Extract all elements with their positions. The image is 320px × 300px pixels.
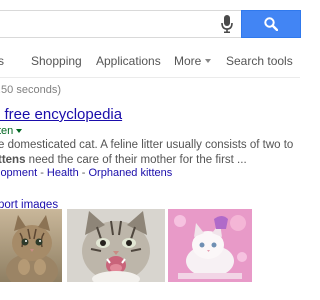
sitelink-development[interactable]: lopment (0, 167, 37, 179)
tab-more[interactable]: More (174, 54, 212, 68)
tab-images[interactable]: s (0, 54, 4, 68)
sitelink-separator: - (78, 167, 89, 179)
search-bar (0, 0, 301, 44)
kitten-thumbnail-3[interactable] (168, 209, 252, 282)
result-title-link[interactable]: e free encyclopedia (0, 106, 122, 123)
snippet-line-1: e domesticated cat. A feline litter usua… (0, 139, 294, 151)
result-snippet: e domesticated cat. A feline litter usua… (0, 138, 300, 168)
chevron-down-icon (205, 59, 212, 63)
tab-more-label: More (174, 54, 202, 68)
snippet-line-2: ttens need the care of their mother for … (0, 153, 300, 168)
snippet-bold-term: ttens (0, 154, 26, 166)
snippet-line-2-rest: need the care of their mother for the fi… (25, 154, 247, 166)
kitten-thumbnail-2[interactable] (67, 209, 165, 282)
result-url-text: ten (0, 125, 14, 137)
sitelinks: lopment - Health - Orphaned kittens (0, 167, 172, 179)
chevron-down-icon[interactable] (16, 129, 23, 133)
tab-applications[interactable]: Applications (96, 54, 161, 68)
search-input[interactable] (0, 10, 242, 38)
kitten-thumbnail-1[interactable] (0, 209, 62, 282)
kitten-photo-icon (67, 209, 165, 282)
kitten-photo-icon (168, 209, 252, 282)
microphone-icon[interactable] (218, 13, 236, 35)
result-stats: .50 seconds) (0, 84, 61, 96)
result-url: ten (0, 125, 23, 137)
search-tabs: s Shopping Applications More Search tool… (0, 44, 300, 78)
tab-shopping[interactable]: Shopping (31, 54, 82, 68)
search-button[interactable] (241, 10, 301, 38)
search-icon (264, 17, 278, 31)
tab-search-tools[interactable]: Search tools (226, 54, 293, 68)
sitelink-orphaned-kittens[interactable]: Orphaned kittens (89, 167, 173, 179)
kitten-photo-icon (0, 209, 62, 282)
sitelink-separator: - (37, 167, 47, 179)
sitelink-health[interactable]: Health (47, 167, 79, 179)
